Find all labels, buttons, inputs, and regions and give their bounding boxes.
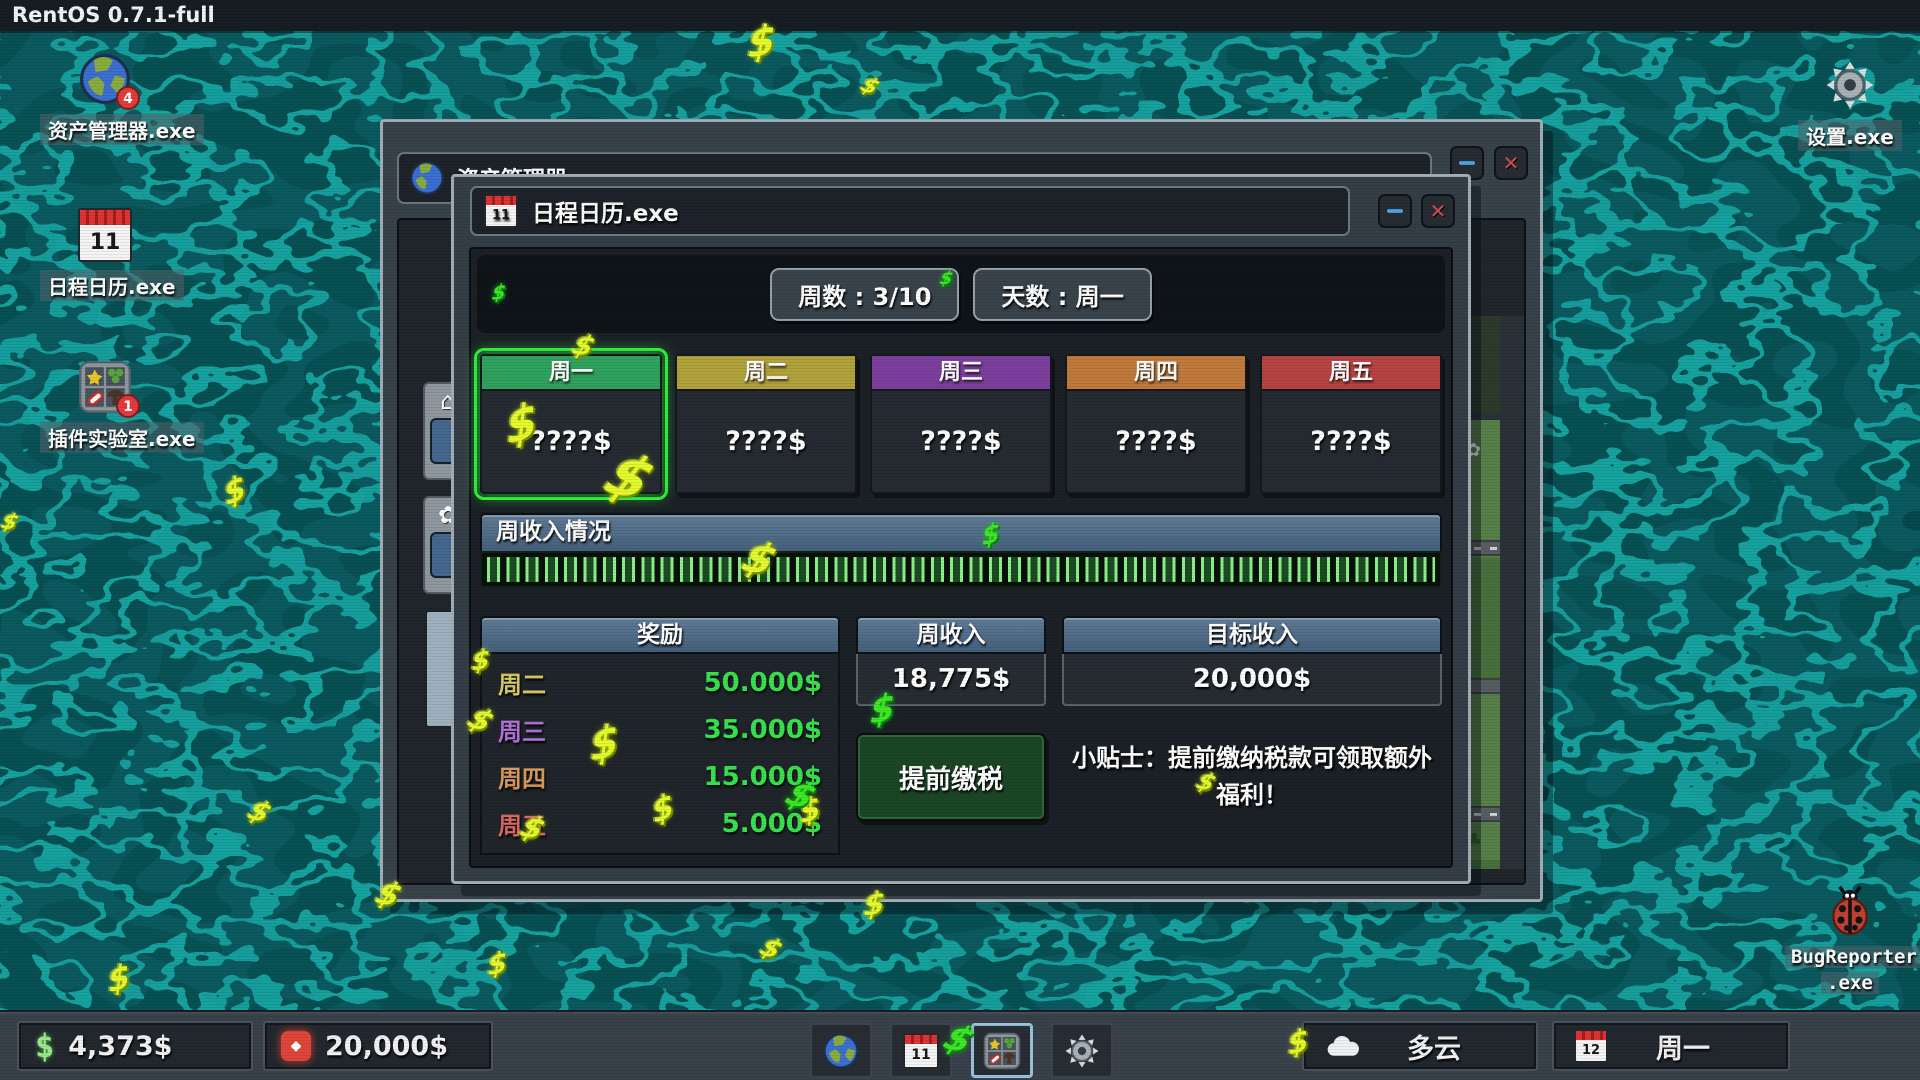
money-display: $ 4,373$ [17, 1021, 253, 1071]
income-section: 周收入情况 [480, 513, 1442, 588]
day-card[interactable]: 周五 ????$ [1260, 354, 1442, 494]
ladybug-icon [1823, 884, 1877, 938]
day-card[interactable]: 周二 ????$ [675, 354, 857, 494]
day-card[interactable]: 周一 ????$ [480, 354, 662, 494]
week-day-strip: 周数 : 3/10 天数 : 周一 [477, 255, 1445, 333]
notification-badge: 1 [116, 394, 140, 418]
tray-schedule-calendar[interactable]: 11 [890, 1023, 952, 1078]
calendar-titlebar[interactable]: 11 日程日历.exe [470, 186, 1350, 236]
desktop-icon-label: 资产管理器.exe [40, 114, 204, 145]
taskbar: $ 4,373$ 20,000$ 11 多云 12 周一 [0, 1010, 1920, 1080]
rewards-panel: 奖励 周二 50.000$ 周三 35.000$ 周四 15.000$ 周五 5… [480, 616, 840, 855]
desktop-icon-bug-reporter[interactable]: BugReporter .exe [1785, 884, 1915, 994]
day-card[interactable]: 周三 ????$ [870, 354, 1052, 494]
rewards-body: 周二 50.000$ 周三 35.000$ 周四 15.000$ 周五 5.00… [480, 654, 840, 855]
close-icon[interactable]: ✕ [1421, 194, 1455, 228]
tray-plugin-lab[interactable] [971, 1023, 1033, 1078]
reward-row: 周三 35.000$ [498, 706, 822, 753]
desktop-icon-label: .exe [1821, 972, 1879, 994]
desktop-icon-plugin-lab[interactable]: 1 插件实验室.exe [40, 360, 170, 453]
desktop-icon-label: 日程日历.exe [40, 270, 184, 301]
day-counter[interactable]: 天数 : 周一 [973, 268, 1151, 321]
money-value: 4,373$ [68, 1031, 172, 1062]
plugin-lab-icon [983, 1032, 1021, 1070]
reward-row: 周五 5.000$ [498, 800, 822, 847]
income-progress-bar [480, 551, 1442, 588]
globe-icon [409, 160, 445, 196]
day-display: 12 周一 [1552, 1021, 1790, 1071]
notification-badge: 4 [116, 86, 140, 110]
week-counter[interactable]: 周数 : 3/10 [770, 268, 959, 321]
gear-icon [1823, 58, 1877, 112]
calendar-icon: 11 [78, 208, 132, 262]
plugin-lab-icon: 1 [78, 360, 132, 414]
window-title: 日程日历.exe [532, 194, 679, 228]
target-income-panel: 目标收入 20,000$ [1062, 616, 1442, 706]
pay-tax-button[interactable]: 提前缴税 [856, 733, 1046, 821]
week-income-header: 周收入 [856, 616, 1046, 654]
os-title: RentOS 0.7.1-full [12, 3, 215, 27]
weather-label: 多云 [1362, 1027, 1506, 1066]
target-income-header: 目标收入 [1062, 616, 1442, 654]
globe-icon [822, 1032, 860, 1070]
calendar-icon: 12 [1574, 1029, 1608, 1063]
income-bar-label: 周收入情况 [480, 513, 1442, 551]
target-money-value: 20,000$ [325, 1031, 448, 1062]
close-icon[interactable]: ✕ [1494, 146, 1528, 180]
minimize-button[interactable] [1378, 194, 1412, 228]
calendar-window: 11 日程日历.exe ✕ 周数 : 3/10 天数 : 周一 周一 ????$… [451, 174, 1471, 884]
rewards-header: 奖励 [480, 616, 840, 654]
day-card[interactable]: 周四 ????$ [1065, 354, 1247, 494]
calendar-content: 周数 : 3/10 天数 : 周一 周一 ????$ 周二 ????$ 周三 ?… [469, 247, 1453, 868]
day-cards: 周一 ????$ 周二 ????$ 周三 ????$ 周四 ????$ 周五 ?… [480, 354, 1442, 494]
globe-icon: 4 [78, 52, 132, 106]
week-income-value: 18,775$ [856, 654, 1046, 706]
day-label: 周一 [1608, 1027, 1758, 1066]
weather-display: 多云 [1302, 1021, 1538, 1071]
dollar-icon: $ [35, 1027, 54, 1065]
tray-settings[interactable] [1051, 1023, 1113, 1078]
target-icon [281, 1031, 311, 1061]
calendar-icon: 11 [484, 194, 518, 228]
target-income-value: 20,000$ [1062, 654, 1442, 706]
desktop-icon-schedule-calendar[interactable]: 11 日程日历.exe [40, 208, 170, 301]
tray-asset-manager[interactable] [810, 1023, 872, 1078]
tip-text: 小贴士：提前缴纳税款可领取额外福利！ [1062, 740, 1442, 814]
os-title-bar: RentOS 0.7.1-full [0, 0, 1920, 31]
calendar-icon: 11 [903, 1033, 939, 1069]
gear-icon [1063, 1032, 1101, 1070]
cloud-icon [1326, 1032, 1362, 1060]
week-income-panel: 周收入 18,775$ [856, 616, 1046, 706]
desktop-icon-asset-manager[interactable]: 4 资产管理器.exe [40, 52, 170, 145]
reward-row: 周四 15.000$ [498, 753, 822, 800]
desktop-icon-settings[interactable]: 设置.exe [1785, 58, 1915, 151]
desktop-icon-label: 插件实验室.exe [40, 422, 204, 453]
desktop-icon-label: 设置.exe [1798, 120, 1902, 151]
reward-row: 周二 50.000$ [498, 659, 822, 706]
target-money-display: 20,000$ [263, 1021, 493, 1071]
